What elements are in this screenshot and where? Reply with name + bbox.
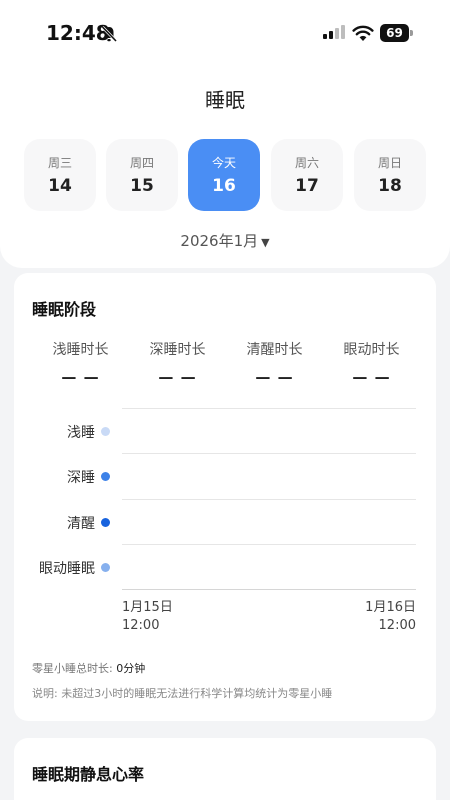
day-item-today[interactable]: 今天 16 (188, 139, 260, 211)
grid-line (122, 499, 416, 500)
metric-awake: 清醒时长 — — (226, 339, 323, 386)
day-number: 15 (130, 176, 154, 196)
nap-total: 零星小睡总时长: 0分钟 (32, 660, 145, 676)
metric-deep-sleep: 深睡时长 — — (129, 339, 226, 386)
day-number: 18 (378, 176, 402, 196)
month-label: 2026年1月 (180, 232, 259, 250)
card-title: 睡眠阶段 (32, 300, 97, 319)
metric-label: 眼动时长 (343, 342, 400, 358)
legend-light-sleep: 浅睡 (14, 421, 122, 441)
day-selector: 周三 14 周四 15 今天 16 周六 17 周日 18 (24, 139, 426, 211)
metric-value: — — (352, 368, 391, 386)
legend-label: 眼动睡眠 (39, 561, 95, 577)
day-number: 14 (48, 176, 72, 196)
day-weekday: 今天 (211, 156, 236, 170)
metric-label: 清醒时长 (246, 342, 303, 358)
legend-dot (101, 472, 110, 481)
month-picker[interactable]: 2026年1月 ▼ (0, 230, 450, 251)
legend-label: 深睡 (67, 470, 95, 486)
legend-dot (101, 563, 110, 572)
grid-line (122, 544, 416, 545)
nap-value: 0分钟 (116, 662, 146, 675)
x-axis-start-label: 1月15日 12:00 (122, 599, 173, 635)
battery-level: 69 (380, 24, 409, 42)
status-bar: 12:48 69 (0, 0, 450, 66)
legend-deep-sleep: 深睡 (14, 466, 122, 486)
silent-bell-icon (101, 25, 118, 43)
x-axis-line (122, 589, 416, 590)
legend-dot (101, 427, 110, 436)
sleep-stage-card: 睡眠阶段 浅睡时长 — — 深睡时长 — — 清醒时长 — — 眼动时长 — —… (14, 273, 436, 721)
day-item-18[interactable]: 周日 18 (354, 139, 426, 211)
legend-label: 清醒 (67, 516, 95, 532)
day-number: 17 (295, 176, 319, 196)
card-title: 睡眠期静息心率 (32, 765, 145, 784)
sleep-chart-grid (122, 408, 416, 590)
sleep-note: 说明: 未超过3小时的睡眠无法进行科学计算均统计为零星小睡 (32, 687, 333, 700)
battery-cap (410, 30, 413, 36)
x-start-time: 12:00 (122, 618, 160, 633)
day-number: 16 (212, 176, 236, 196)
metric-light-sleep: 浅睡时长 — — (32, 339, 129, 386)
x-start-date: 1月15日 (122, 600, 173, 615)
day-weekday: 周日 (377, 156, 402, 170)
day-weekday: 周三 (47, 156, 72, 170)
legend-rem: 眼动睡眠 (14, 557, 122, 577)
caret-down-icon: ▼ (261, 236, 270, 249)
day-item-15[interactable]: 周四 15 (106, 139, 178, 211)
x-end-date: 1月16日 (365, 600, 416, 615)
resting-heart-rate-card: 睡眠期静息心率 (14, 738, 436, 800)
grid-line (122, 453, 416, 454)
battery-indicator: 69 (380, 24, 414, 42)
nap-label: 零星小睡总时长: (32, 662, 117, 675)
cellular-signal-icon (323, 25, 345, 39)
x-axis-end-label: 1月16日 12:00 (344, 599, 416, 635)
metric-label: 深睡时长 (149, 342, 206, 358)
metric-rem: 眼动时长 — — (323, 339, 420, 386)
day-item-17[interactable]: 周六 17 (271, 139, 343, 211)
legend-dot (101, 518, 110, 527)
day-item-14[interactable]: 周三 14 (24, 139, 96, 211)
metric-label: 浅睡时长 (52, 342, 109, 358)
x-end-time: 12:00 (378, 618, 416, 633)
page-title: 睡眠 (205, 88, 245, 112)
grid-line (122, 408, 416, 409)
metric-value: — — (158, 368, 197, 386)
metric-value: — — (255, 368, 294, 386)
top-panel: 12:48 69 睡眠 周三 14 周四 15 今天 16 周六 17 周日 1… (0, 0, 450, 268)
day-weekday: 周四 (129, 156, 154, 170)
day-weekday: 周六 (294, 156, 319, 170)
metric-value: — — (61, 368, 100, 386)
wifi-icon (352, 25, 374, 41)
legend-label: 浅睡 (67, 425, 95, 441)
legend-awake: 清醒 (14, 512, 122, 532)
